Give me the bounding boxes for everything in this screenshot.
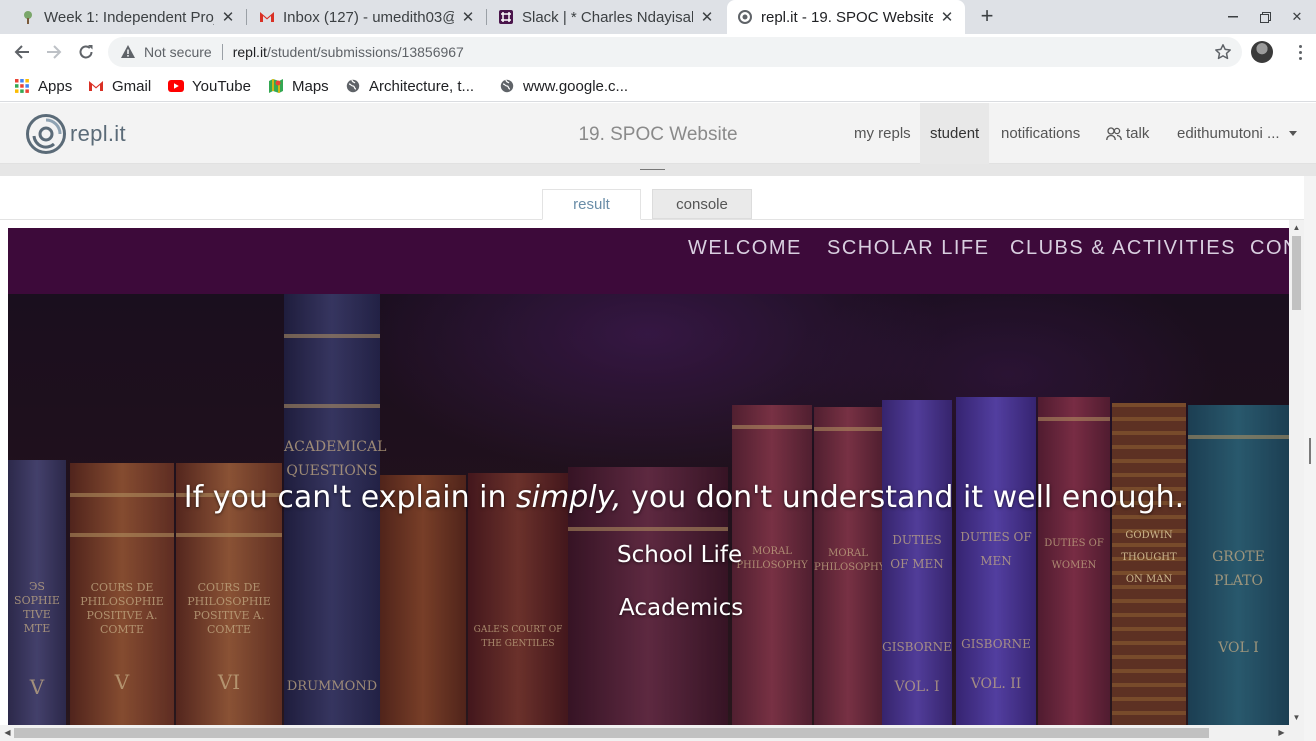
bookmark-label: Maps (292, 77, 329, 95)
link-academics[interactable]: Academics (619, 595, 743, 621)
bookmark-youtube[interactable]: YouTube (168, 76, 251, 96)
site-nav-clubs-activities[interactable]: CLUBS & ACTIVITIES (1010, 237, 1236, 260)
replit-header: repl.it 19. SPOC Website my repls studen… (0, 103, 1316, 164)
replit-favicon-icon (737, 9, 753, 25)
new-tab-button[interactable]: + (976, 5, 998, 27)
site-nav-scholar-life[interactable]: SCHOLAR LIFE (827, 237, 989, 260)
link-school-life[interactable]: School Life (617, 542, 742, 568)
close-tab-icon[interactable]: ✕ (460, 9, 476, 26)
nav-my-repls[interactable]: my repls (844, 103, 921, 164)
browser-tab-inbox[interactable]: Inbox (127) - umedith03@ ✕ (247, 0, 486, 34)
user-menu[interactable]: edithumutoni ... (1167, 103, 1307, 164)
bookmark-gmail[interactable]: Gmail (88, 76, 151, 96)
site-nav-welcome[interactable]: WELCOME (688, 237, 802, 260)
browser-tab-replit[interactable]: repl.it - 19. SPOC Website ✕ (727, 0, 965, 34)
preview-vertical-scrollbar[interactable]: ▲ ▼ (1289, 220, 1304, 725)
bookmark-label: Gmail (112, 77, 152, 95)
bookmark-label: Architecture, t... (369, 77, 475, 95)
scroll-marker (1309, 438, 1311, 464)
youtube-icon (168, 78, 184, 94)
site-navbar: WELCOME SCHOLAR LIFE CLUBS & ACTIVITIES … (8, 228, 1289, 294)
nav-label: student (930, 125, 980, 142)
gmail-icon (88, 78, 104, 94)
hero-quote: If you can't explain in simply, you don'… (8, 480, 1289, 515)
hero-section: ЭS SOPHIE TIVE MTE V COURS DE PHILOSOPHIE P… (8, 294, 1289, 725)
close-window-icon[interactable]: ✕ (1287, 7, 1307, 27)
forward-icon[interactable] (42, 40, 66, 64)
website-preview: WELCOME SCHOLAR LIFE CLUBS & ACTIVITIES … (8, 228, 1289, 725)
url-host: repl.it (232, 44, 267, 60)
chevron-down-icon (1288, 131, 1297, 136)
scroll-left-icon[interactable]: ◀ (0, 725, 15, 740)
gmail-favicon-icon (259, 9, 275, 25)
scroll-thumb[interactable] (14, 728, 1209, 738)
maps-icon (268, 78, 284, 94)
browser-toolbar: Not secure repl.it/student/submissions/1… (0, 34, 1316, 70)
browser-tab-strip: Week 1: Independent Proj ✕ Inbox (127) -… (0, 0, 1316, 34)
tab-result[interactable]: result (542, 189, 641, 220)
nav-notifications[interactable]: notifications (991, 103, 1090, 164)
browser-tab-slack[interactable]: Slack | * Charles Ndayisab ✕ (487, 0, 725, 34)
tab-title: repl.it - 19. SPOC Website (761, 8, 933, 26)
warning-icon[interactable] (120, 44, 136, 60)
quote-emphasis: simply, (516, 480, 622, 515)
scroll-up-icon[interactable]: ▲ (1289, 220, 1304, 235)
resize-handle[interactable] (640, 169, 665, 170)
close-tab-icon[interactable]: ✕ (939, 9, 955, 26)
bookmark-google[interactable]: www.google.c... (499, 76, 628, 96)
url-path: /student/submissions/13856967 (266, 44, 464, 60)
browser-tab-week1[interactable]: Week 1: Independent Proj ✕ (0, 0, 246, 34)
nav-talk[interactable]: talk (1096, 103, 1159, 164)
bookmark-architecture[interactable]: Architecture, t... (345, 76, 474, 96)
site-nav-contact[interactable]: CON (1250, 237, 1289, 260)
page-vertical-scrollbar[interactable] (1304, 176, 1316, 741)
tab-title: Inbox (127) - umedith03@ (283, 8, 454, 26)
tab-title: Week 1: Independent Proj (44, 8, 214, 26)
replit-logo-text: repl.it (70, 121, 126, 146)
slack-favicon-icon (498, 9, 514, 25)
username: edithumutoni ... (1177, 125, 1280, 142)
people-icon (1106, 126, 1122, 140)
replit-logo[interactable]: repl.it (26, 113, 126, 155)
divider (221, 44, 223, 60)
scroll-thumb[interactable] (1292, 236, 1301, 310)
nav-label: my repls (854, 125, 911, 142)
quote-part: you don't understand it well enough. (621, 480, 1185, 515)
replit-logo-icon (26, 114, 66, 154)
output-tabs: result console (0, 176, 1304, 220)
minimize-window-icon[interactable] (1223, 7, 1243, 27)
browser-menu-icon[interactable] (1290, 42, 1310, 62)
tab-console[interactable]: console (652, 189, 752, 219)
security-label[interactable]: Not secure (144, 44, 212, 60)
nav-label: notifications (1001, 125, 1081, 142)
apps-grid-icon (14, 78, 30, 94)
bookmark-label: Apps (38, 77, 73, 95)
bookmark-apps[interactable]: Apps (14, 76, 72, 96)
tab-title: Slack | * Charles Ndayisab (522, 8, 693, 26)
scroll-right-icon[interactable]: ▶ (1274, 725, 1289, 740)
quote-part: If you can't explain in (183, 480, 517, 515)
scroll-down-icon[interactable]: ▼ (1289, 710, 1304, 725)
bookmarks-bar: Apps Gmail YouTube Maps Architecture, t.… (0, 70, 1316, 102)
bookmark-label: www.google.c... (523, 77, 629, 95)
profile-avatar[interactable] (1251, 41, 1273, 63)
nav-label: talk (1126, 125, 1150, 142)
back-icon[interactable] (10, 40, 34, 64)
restore-window-icon[interactable] (1255, 7, 1275, 27)
project-title: 19. SPOC Website (578, 124, 738, 145)
nav-student[interactable]: student (920, 103, 990, 164)
address-bar[interactable]: Not secure repl.it/student/submissions/1… (108, 37, 1242, 67)
bookmark-maps[interactable]: Maps (268, 76, 329, 96)
tree-favicon-icon (20, 9, 36, 25)
preview-horizontal-scrollbar[interactable]: ◀ ▶ (0, 725, 1304, 741)
globe-icon (345, 78, 361, 94)
reload-icon[interactable] (74, 40, 98, 64)
pane-gutter[interactable] (0, 164, 1316, 176)
bookmark-label: YouTube (192, 77, 251, 95)
globe-icon (499, 78, 515, 94)
bookmark-star-icon[interactable] (1214, 43, 1232, 61)
close-tab-icon[interactable]: ✕ (220, 9, 236, 26)
close-tab-icon[interactable]: ✕ (699, 9, 715, 26)
